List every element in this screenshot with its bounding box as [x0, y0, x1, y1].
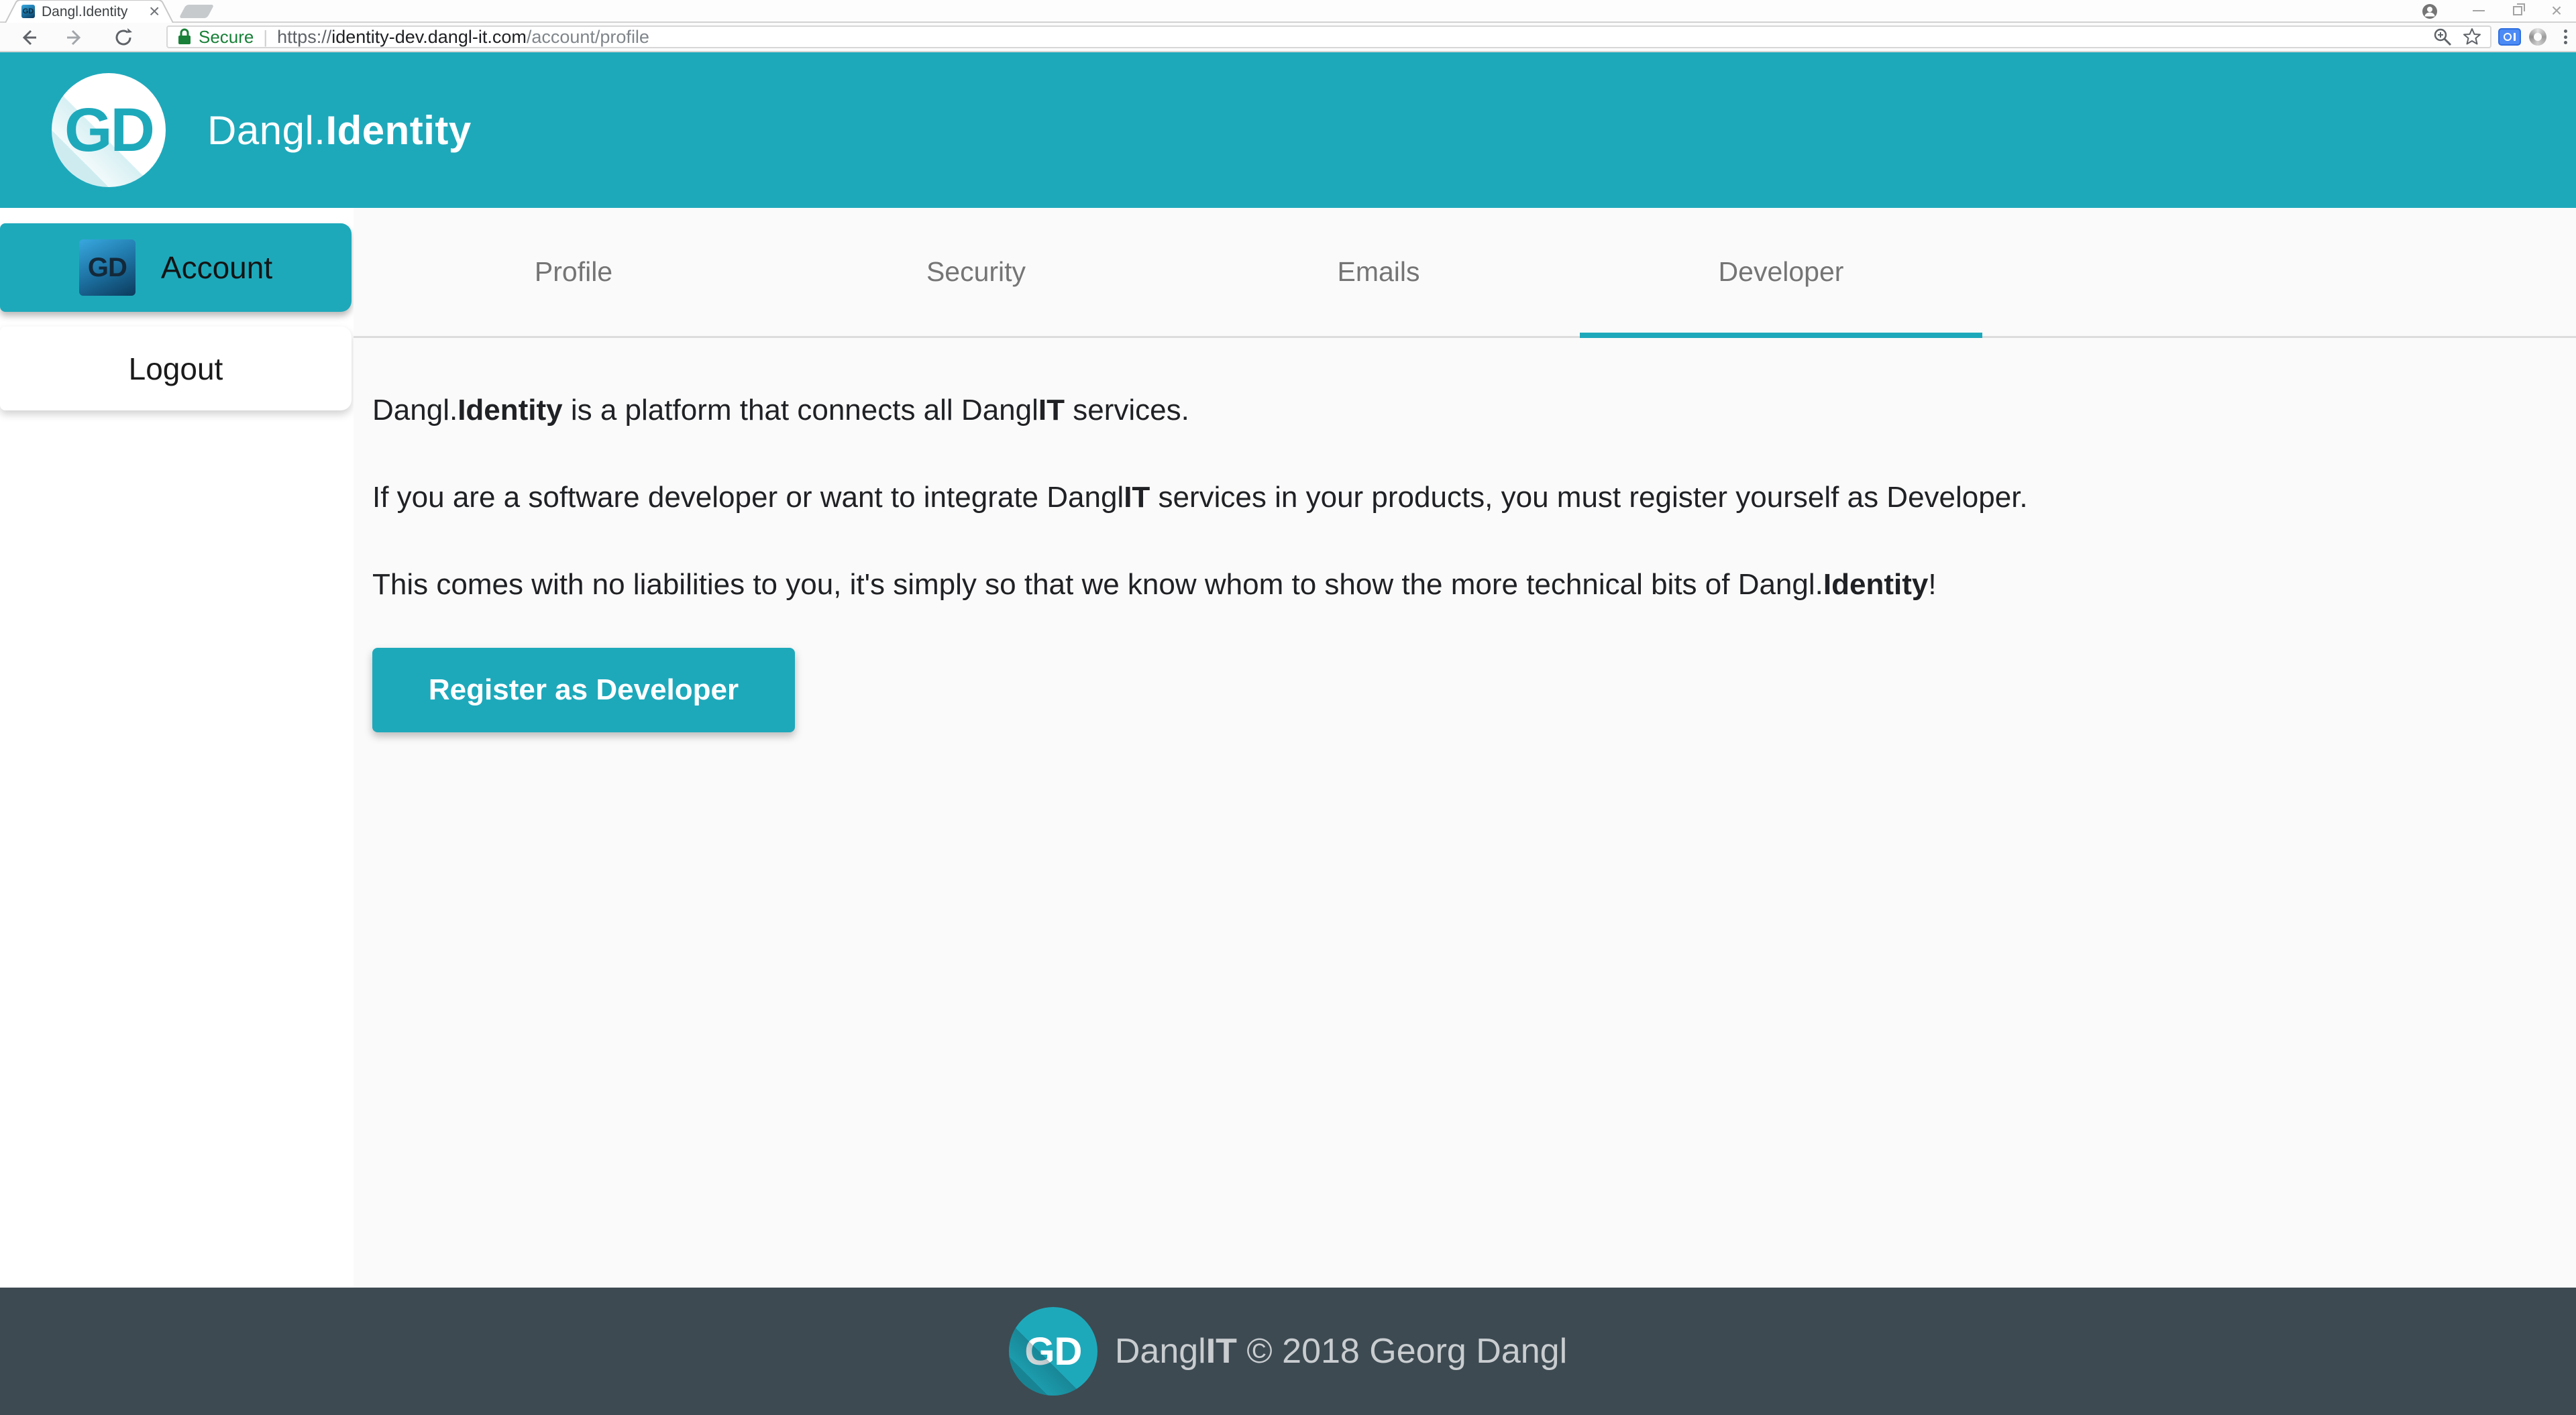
paragraph-register-info: If you are a software developer or want …	[372, 473, 2549, 522]
footer-copyright: DanglIT © 2018 Georg Dangl	[1115, 1331, 1567, 1371]
app-header: GD Dangl.Identity	[0, 52, 2576, 208]
forward-icon[interactable]	[64, 27, 86, 48]
footer: GD DanglIT © 2018 Georg Dangl	[0, 1288, 2576, 1415]
footer-logo-text: GD	[1024, 1329, 1081, 1374]
omnibox-separator: |	[263, 27, 268, 48]
footer-text-suffix: © 2018 Georg Dangl	[1237, 1332, 1567, 1371]
new-tab-button[interactable]	[179, 5, 215, 18]
page-title[interactable]: Dangl.Identity	[207, 107, 472, 154]
footer-text-bold: IT	[1206, 1332, 1237, 1371]
sidebar-item-label: Logout	[129, 351, 223, 387]
sidebar: GD Account Logout	[0, 208, 354, 1288]
tab-profile[interactable]: Profile	[372, 208, 775, 336]
back-icon[interactable]	[17, 27, 39, 48]
browser-titlebar: GD Dangl.Identity × ×	[0, 0, 2576, 23]
main-area: GD Account Logout Profile Security Email…	[0, 208, 2576, 1288]
window-controls: ×	[2459, 0, 2576, 21]
reload-icon[interactable]	[113, 27, 134, 48]
paragraph-intro: Dangl.Identity is a platform that connec…	[372, 386, 2549, 435]
minimize-button[interactable]	[2459, 0, 2498, 21]
title-bold: Identity	[325, 108, 471, 153]
sidebar-item-account[interactable]: GD Account	[0, 223, 352, 312]
tab-emails[interactable]: Emails	[1177, 208, 1580, 336]
content-area: Profile Security Emails Developer Dangl.…	[354, 208, 2576, 1288]
sidebar-item-logout[interactable]: Logout	[0, 327, 352, 410]
account-gd-icon: GD	[79, 239, 136, 296]
tab-developer[interactable]: Developer	[1580, 208, 1982, 336]
browser-tab[interactable]: GD Dangl.Identity ×	[5, 0, 173, 23]
extension-tag-icon[interactable]	[2498, 28, 2521, 46]
secure-lock-icon	[176, 27, 193, 46]
tab-close-icon[interactable]: ×	[149, 0, 160, 23]
browser-window: GD Dangl.Identity × ×	[0, 0, 2576, 1415]
secure-label: Secure	[199, 27, 254, 48]
paragraph-liabilities: This comes with no liabilities to you, i…	[372, 561, 2549, 609]
tab-favicon-gd-icon: GD	[21, 5, 35, 18]
register-as-developer-button[interactable]: Register as Developer	[372, 648, 795, 732]
footer-text-prefix: Dangl	[1115, 1332, 1206, 1371]
developer-tab-content: Dangl.Identity is a platform that connec…	[354, 338, 2576, 732]
close-button[interactable]: ×	[2537, 0, 2576, 21]
title-prefix: Dangl.	[207, 108, 325, 153]
browser-toolbar: Secure | https:// identity-dev.dangl-it.…	[0, 23, 2576, 52]
zoom-icon[interactable]	[2432, 27, 2453, 47]
restore-button[interactable]	[2498, 0, 2537, 21]
url-host: identity-dev.dangl-it.com	[331, 27, 527, 48]
url-scheme: https://	[277, 27, 331, 48]
dangl-identity-logo[interactable]: GD	[52, 73, 166, 187]
address-bar[interactable]: Secure | https:// identity-dev.dangl-it.…	[166, 25, 2491, 48]
bookmark-star-icon[interactable]	[2462, 27, 2482, 47]
sidebar-item-label: Account	[161, 249, 272, 286]
extension-swirl-icon[interactable]	[2529, 28, 2546, 46]
account-tabs: Profile Security Emails Developer	[354, 208, 2576, 338]
logo-gd-text: GD	[64, 95, 153, 166]
tab-title: Dangl.Identity	[42, 4, 127, 20]
tab-security[interactable]: Security	[775, 208, 1177, 336]
footer-gd-logo: GD	[1009, 1307, 1097, 1396]
browser-menu-icon[interactable]	[2563, 28, 2568, 46]
profile-icon[interactable]	[2422, 3, 2438, 19]
url-path: /account/profile	[527, 27, 649, 48]
